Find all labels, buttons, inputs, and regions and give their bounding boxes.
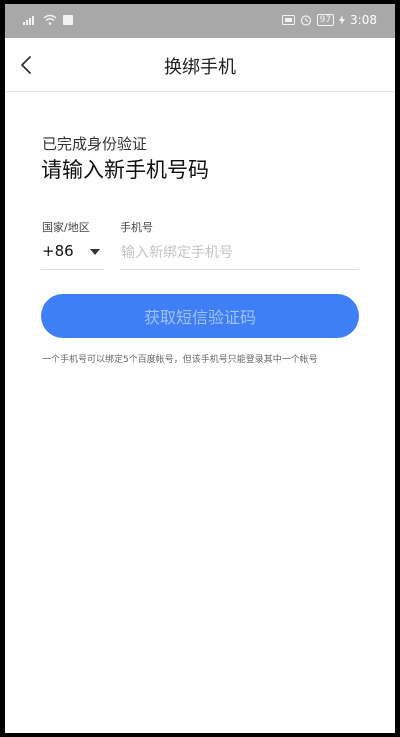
alarm-icon	[300, 15, 311, 26]
charging-icon	[339, 15, 346, 25]
chevron-down-icon	[90, 249, 100, 255]
app-notification-icon	[63, 14, 73, 25]
country-label: 国家/地区	[42, 221, 90, 234]
country-code-select[interactable]: +86	[41, 236, 104, 270]
hd-icon	[281, 15, 295, 25]
status-time: 3:08	[350, 13, 377, 27]
nav-bar: 换绑手机	[5, 38, 395, 92]
status-left	[23, 14, 73, 25]
phone-screen: 97 3:08 换绑手机 已完成身份验证 请输入新手机号码 国家/地区 手机号 …	[5, 4, 395, 733]
verified-text: 已完成身份验证	[42, 135, 148, 153]
status-right: 97 3:08	[281, 13, 377, 27]
phone-number-input[interactable]	[120, 236, 359, 270]
battery-indicator: 97	[316, 14, 335, 26]
signal-icon	[23, 16, 34, 25]
prompt-heading: 请输入新手机号码	[41, 158, 209, 182]
country-code-value: +86	[42, 242, 74, 260]
page-title: 换绑手机	[164, 57, 236, 78]
binding-note: 一个手机号可以绑定5个百度帐号，但该手机号只能登录其中一个帐号	[42, 355, 318, 365]
status-bar: 97 3:08	[5, 4, 395, 38]
get-sms-code-button[interactable]: 获取短信验证码	[41, 294, 359, 338]
wifi-icon	[43, 14, 57, 25]
phone-label: 手机号	[120, 221, 153, 234]
